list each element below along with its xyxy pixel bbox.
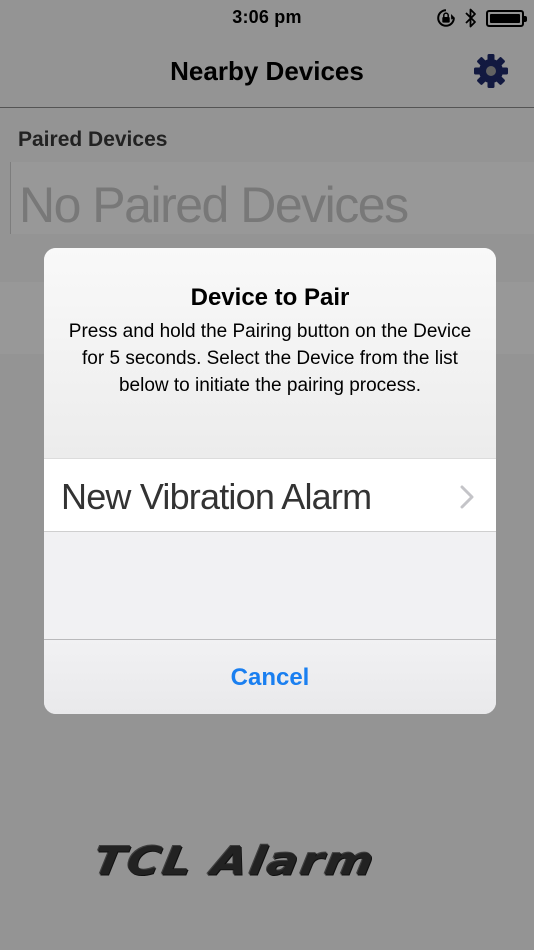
pair-device-dialog: Device to Pair Press and hold the Pairin… — [44, 248, 496, 714]
device-list-item[interactable]: New Vibration Alarm — [44, 458, 496, 532]
dialog-header: Device to Pair Press and hold the Pairin… — [44, 248, 496, 458]
cancel-button[interactable]: Cancel — [44, 640, 496, 714]
chevron-right-icon — [460, 485, 474, 509]
device-name: New Vibration Alarm — [61, 476, 372, 517]
dialog-footer: Cancel — [44, 639, 496, 714]
device-list-empty-area — [44, 532, 496, 639]
dialog-message: Press and hold the Pairing button on the… — [68, 321, 472, 396]
dialog-title: Device to Pair — [190, 284, 350, 311]
